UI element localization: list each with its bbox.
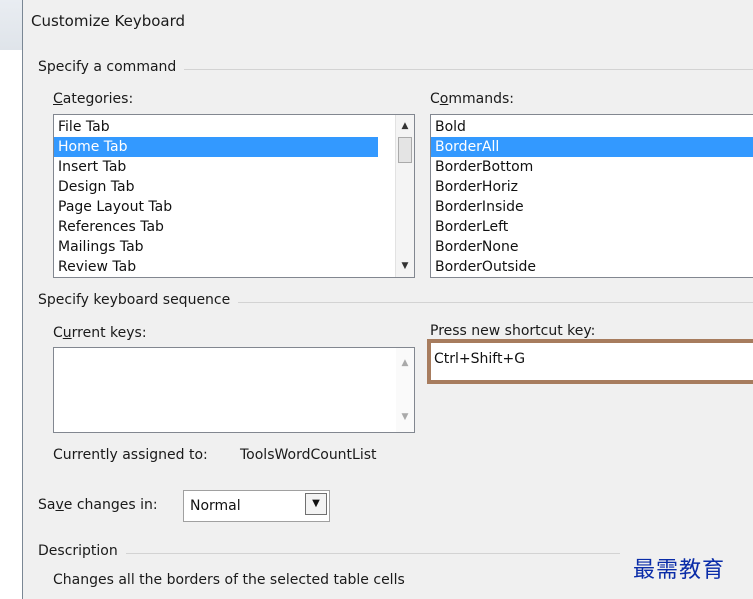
- scroll-thumb[interactable]: [398, 137, 412, 163]
- watermark-logo: 最需教育: [633, 558, 726, 583]
- category-list-item[interactable]: Page Layout Tab: [54, 197, 378, 217]
- command-list-item[interactable]: BorderLeft: [431, 217, 753, 237]
- current-keys-value: [54, 348, 414, 368]
- category-list-item[interactable]: Review Tab: [54, 257, 378, 277]
- scroll-up-icon[interactable]: ▲: [396, 117, 414, 135]
- group-specify-command: Specify a command: [38, 59, 185, 75]
- category-list-item[interactable]: Home Tab: [54, 137, 378, 157]
- category-list-item[interactable]: Design Tab: [54, 177, 378, 197]
- save-changes-label: Save changes in:: [38, 497, 158, 513]
- command-list-item[interactable]: BorderOutside: [431, 257, 753, 277]
- commands-label: Commands:: [430, 91, 514, 107]
- description-text: Changes all the borders of the selected …: [53, 572, 405, 588]
- group-description: Description: [38, 543, 126, 559]
- command-list-item[interactable]: BorderBottom: [431, 157, 753, 177]
- chevron-down-icon[interactable]: ▼: [305, 493, 327, 515]
- command-list-item[interactable]: Bold: [431, 117, 753, 137]
- command-list-item[interactable]: BorderNone: [431, 237, 753, 257]
- save-changes-value: Normal: [190, 498, 241, 514]
- category-list-item[interactable]: References Tab: [54, 217, 378, 237]
- category-list-item[interactable]: Insert Tab: [54, 157, 378, 177]
- currently-assigned-value: ToolsWordCountList: [240, 447, 377, 463]
- categories-label: Categories:: [53, 91, 134, 107]
- current-keys-listbox[interactable]: ▲ ▼: [53, 347, 415, 433]
- scroll-up-icon[interactable]: ▲: [396, 354, 414, 372]
- group-divider: [40, 553, 620, 554]
- command-list-item[interactable]: BorderInside: [431, 197, 753, 217]
- category-list-item[interactable]: Mailings Tab: [54, 237, 378, 257]
- current-keys-label: Current keys:: [53, 325, 147, 341]
- scroll-down-icon[interactable]: ▼: [396, 408, 414, 426]
- commands-listbox[interactable]: Bold BorderAll BorderBottom BorderHoriz Bord…: [430, 114, 753, 278]
- category-list-item[interactable]: File Tab: [54, 117, 378, 137]
- new-shortcut-value: Ctrl+Shift+G: [434, 351, 526, 367]
- group-keyboard-sequence: Specify keyboard sequence: [38, 292, 239, 308]
- save-changes-dropdown[interactable]: Normal ▼: [183, 490, 330, 522]
- categories-scrollbar[interactable]: ▲ ▼: [395, 115, 414, 277]
- new-shortcut-input[interactable]: Ctrl+Shift+G: [431, 343, 753, 380]
- dialog-title: Customize Keyboard: [31, 12, 186, 30]
- current-keys-scrollbar[interactable]: ▲ ▼: [396, 348, 414, 432]
- categories-listbox[interactable]: File Tab Home Tab Insert Tab Design Tab Page…: [53, 114, 415, 278]
- new-shortcut-label: Press new shortcut key:: [430, 323, 596, 339]
- scroll-down-icon[interactable]: ▼: [396, 257, 414, 275]
- command-list-item[interactable]: BorderHoriz: [431, 177, 753, 197]
- currently-assigned-label: Currently assigned to:: [53, 447, 208, 463]
- dialog-titlebar[interactable]: Customize Keyboard: [23, 0, 753, 42]
- command-list-item[interactable]: BorderAll: [431, 137, 753, 157]
